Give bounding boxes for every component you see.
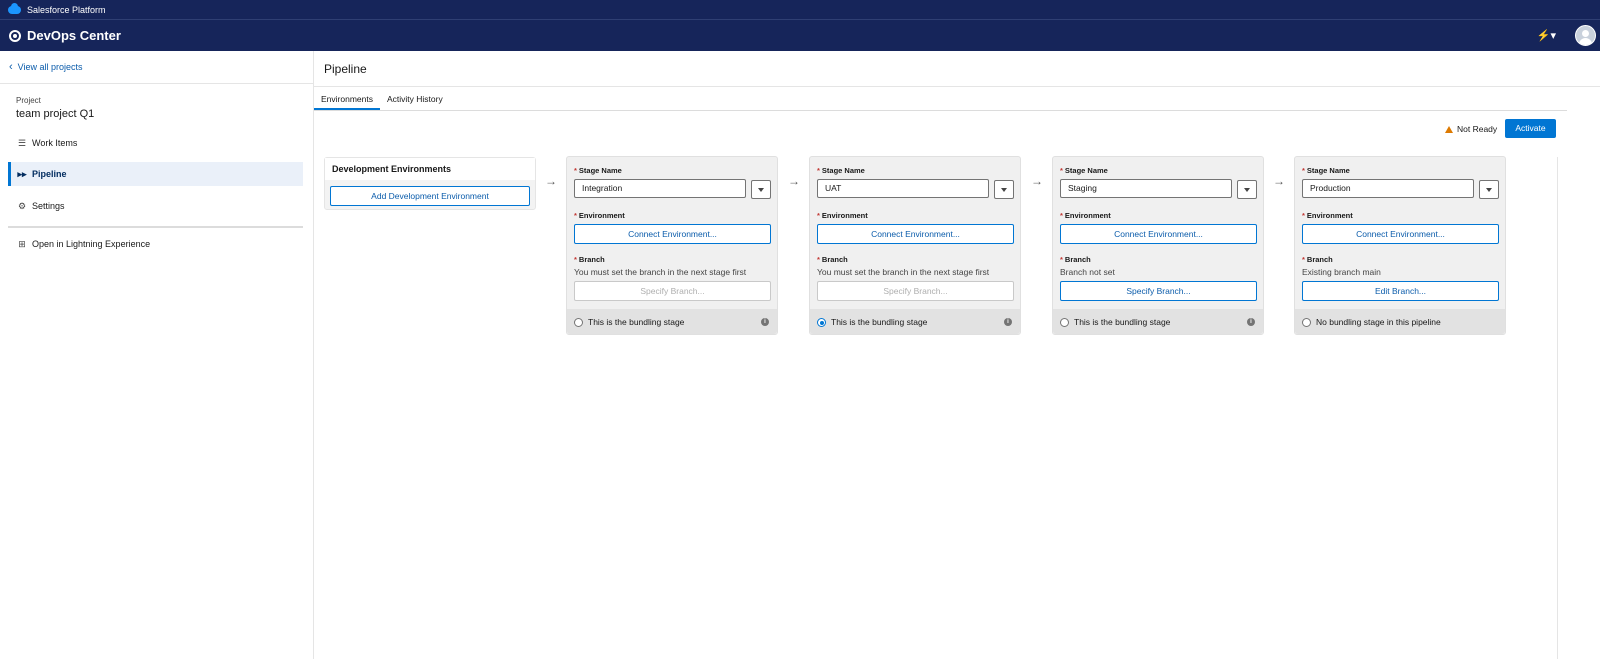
bundling-stage-footer: This is the bundling stage i [810,309,1020,334]
connect-environment-button[interactable]: Connect Environment... [1302,224,1499,244]
divider [0,83,314,84]
branch-status-text: Existing branch main [1302,267,1381,277]
bundling-stage-label: No bundling stage in this pipeline [1316,317,1441,327]
add-development-environment-button[interactable]: Add Development Environment [330,186,530,206]
stage-menu-dropdown[interactable] [1479,180,1499,199]
arrow-right-icon: → [788,174,800,188]
connect-environment-button[interactable]: Connect Environment... [574,224,771,244]
back-link-label: View all projects [17,62,83,72]
development-environments-title: Development Environments [325,158,535,180]
branch-status-text: You must set the branch in the next stag… [817,267,990,277]
status-text: Not Ready [1457,124,1498,134]
open-external-icon: ⊞ [18,238,26,249]
branch-label: * Branch [574,255,605,264]
environment-label: * Environment [1060,211,1111,220]
app-header: DevOps Center ⚡▾ [0,19,1600,51]
stage-name-label: * Stage Name [574,166,622,175]
warning-icon [1445,125,1453,133]
sidebar-item-pipeline[interactable]: ▸▸ Pipeline [8,162,303,186]
activate-button[interactable]: Activate [1505,119,1556,138]
info-icon[interactable]: i [1004,318,1012,326]
lightning-bolt-menu-icon[interactable]: ⚡▾ [1537,29,1556,42]
pipeline-icon: ▸▸ [17,168,27,179]
stage-card-production: * Stage Name Production * Environment Conn… [1294,156,1506,335]
bundling-stage-footer: This is the bundling stage i [1053,309,1263,334]
edit-branch-button[interactable]: Edit Branch... [1302,281,1499,301]
devops-center-icon [9,29,21,42]
platform-name: Salesforce Platform [27,4,106,15]
bundling-stage-label: This is the bundling stage [831,317,928,327]
connect-environment-button[interactable]: Connect Environment... [817,224,1014,244]
stage-name-input[interactable]: Production [1302,179,1474,198]
stage-card-integration: * Stage Name Integration * Environment Con… [566,156,778,335]
tab-environments[interactable]: Environments [314,87,380,110]
project-label: Project [16,96,41,105]
project-name: team project Q1 [16,108,95,120]
salesforce-cloud-icon [8,2,21,14]
avatar[interactable] [1575,25,1596,46]
sidebar-item-work-items[interactable]: ☰ Work Items [8,131,303,155]
info-icon[interactable]: i [1247,318,1255,326]
tab-activity-history[interactable]: Activity History [380,87,450,110]
sidebar-item-label: Work Items [32,138,78,148]
environment-label: * Environment [817,211,868,220]
branch-status-text: You must set the branch in the next stag… [574,267,747,277]
stage-name-input[interactable]: Staging [1060,179,1232,198]
stage-menu-dropdown[interactable] [1237,180,1257,199]
environment-label: * Environment [574,211,625,220]
no-bundling-stage-radio[interactable] [1302,318,1311,327]
connect-environment-button[interactable]: Connect Environment... [1060,224,1257,244]
info-icon[interactable]: i [761,318,769,326]
arrow-right-icon: → [1031,174,1043,188]
sidebar-item-open-lightning[interactable]: ⊞ Open in Lightning Experience [8,232,303,256]
sidebar-item-settings[interactable]: ⚙ Settings [8,194,303,218]
bundling-stage-radio[interactable] [1060,318,1069,327]
arrow-right-icon: → [545,174,557,188]
divider [1557,157,1558,659]
arrow-right-icon: → [1273,174,1285,188]
gear-icon: ⚙ [17,200,27,211]
stage-name-input[interactable]: Integration [574,179,746,198]
pipeline-status: Not Ready [1445,124,1497,134]
stage-name-label: * Stage Name [1302,166,1350,175]
sidebar-item-label: Settings [32,201,65,211]
stage-menu-dropdown[interactable] [994,180,1014,199]
sidebar-item-label: Pipeline [32,169,67,179]
divider [8,226,303,228]
development-environments-card: Development Environments Add Development… [324,157,536,210]
bundling-stage-label: This is the bundling stage [1074,317,1171,327]
specify-branch-button: Specify Branch... [574,281,771,301]
sidebar-item-label: Open in Lightning Experience [32,239,151,249]
platform-bar: Salesforce Platform [0,0,1600,19]
branch-label: * Branch [1060,255,1091,264]
environment-label: * Environment [1302,211,1353,220]
stage-name-label: * Stage Name [817,166,865,175]
stage-name-label: * Stage Name [1060,166,1108,175]
specify-branch-button: Specify Branch... [817,281,1014,301]
branch-status-text: Branch not set [1060,267,1115,277]
branch-label: * Branch [1302,255,1333,264]
stage-card-uat: * Stage Name UAT * Environment Connect Env… [809,156,1021,335]
branch-label: * Branch [817,255,848,264]
stage-card-staging: * Stage Name Staging * Environment Connect… [1052,156,1264,335]
tab-bar: Environments Activity History [314,87,1567,111]
main-content: Pipeline Environments Activity History N… [314,51,1600,659]
list-icon: ☰ [17,137,27,148]
view-all-projects-link[interactable]: ‹ View all projects [9,61,83,73]
stage-menu-dropdown[interactable] [751,180,771,199]
stage-name-input[interactable]: UAT [817,179,989,198]
app-title: DevOps Center [27,28,121,43]
specify-branch-button[interactable]: Specify Branch... [1060,281,1257,301]
chevron-left-icon: ‹ [9,61,13,73]
bundling-stage-footer: This is the bundling stage i [567,309,777,334]
sidebar: ‹ View all projects Project team project… [0,51,314,659]
bundling-stage-radio[interactable] [574,318,583,327]
page-title: Pipeline [324,62,367,76]
bundling-stage-radio[interactable] [817,318,826,327]
bundling-stage-label: This is the bundling stage [588,317,685,327]
bundling-stage-footer: No bundling stage in this pipeline [1295,309,1505,334]
